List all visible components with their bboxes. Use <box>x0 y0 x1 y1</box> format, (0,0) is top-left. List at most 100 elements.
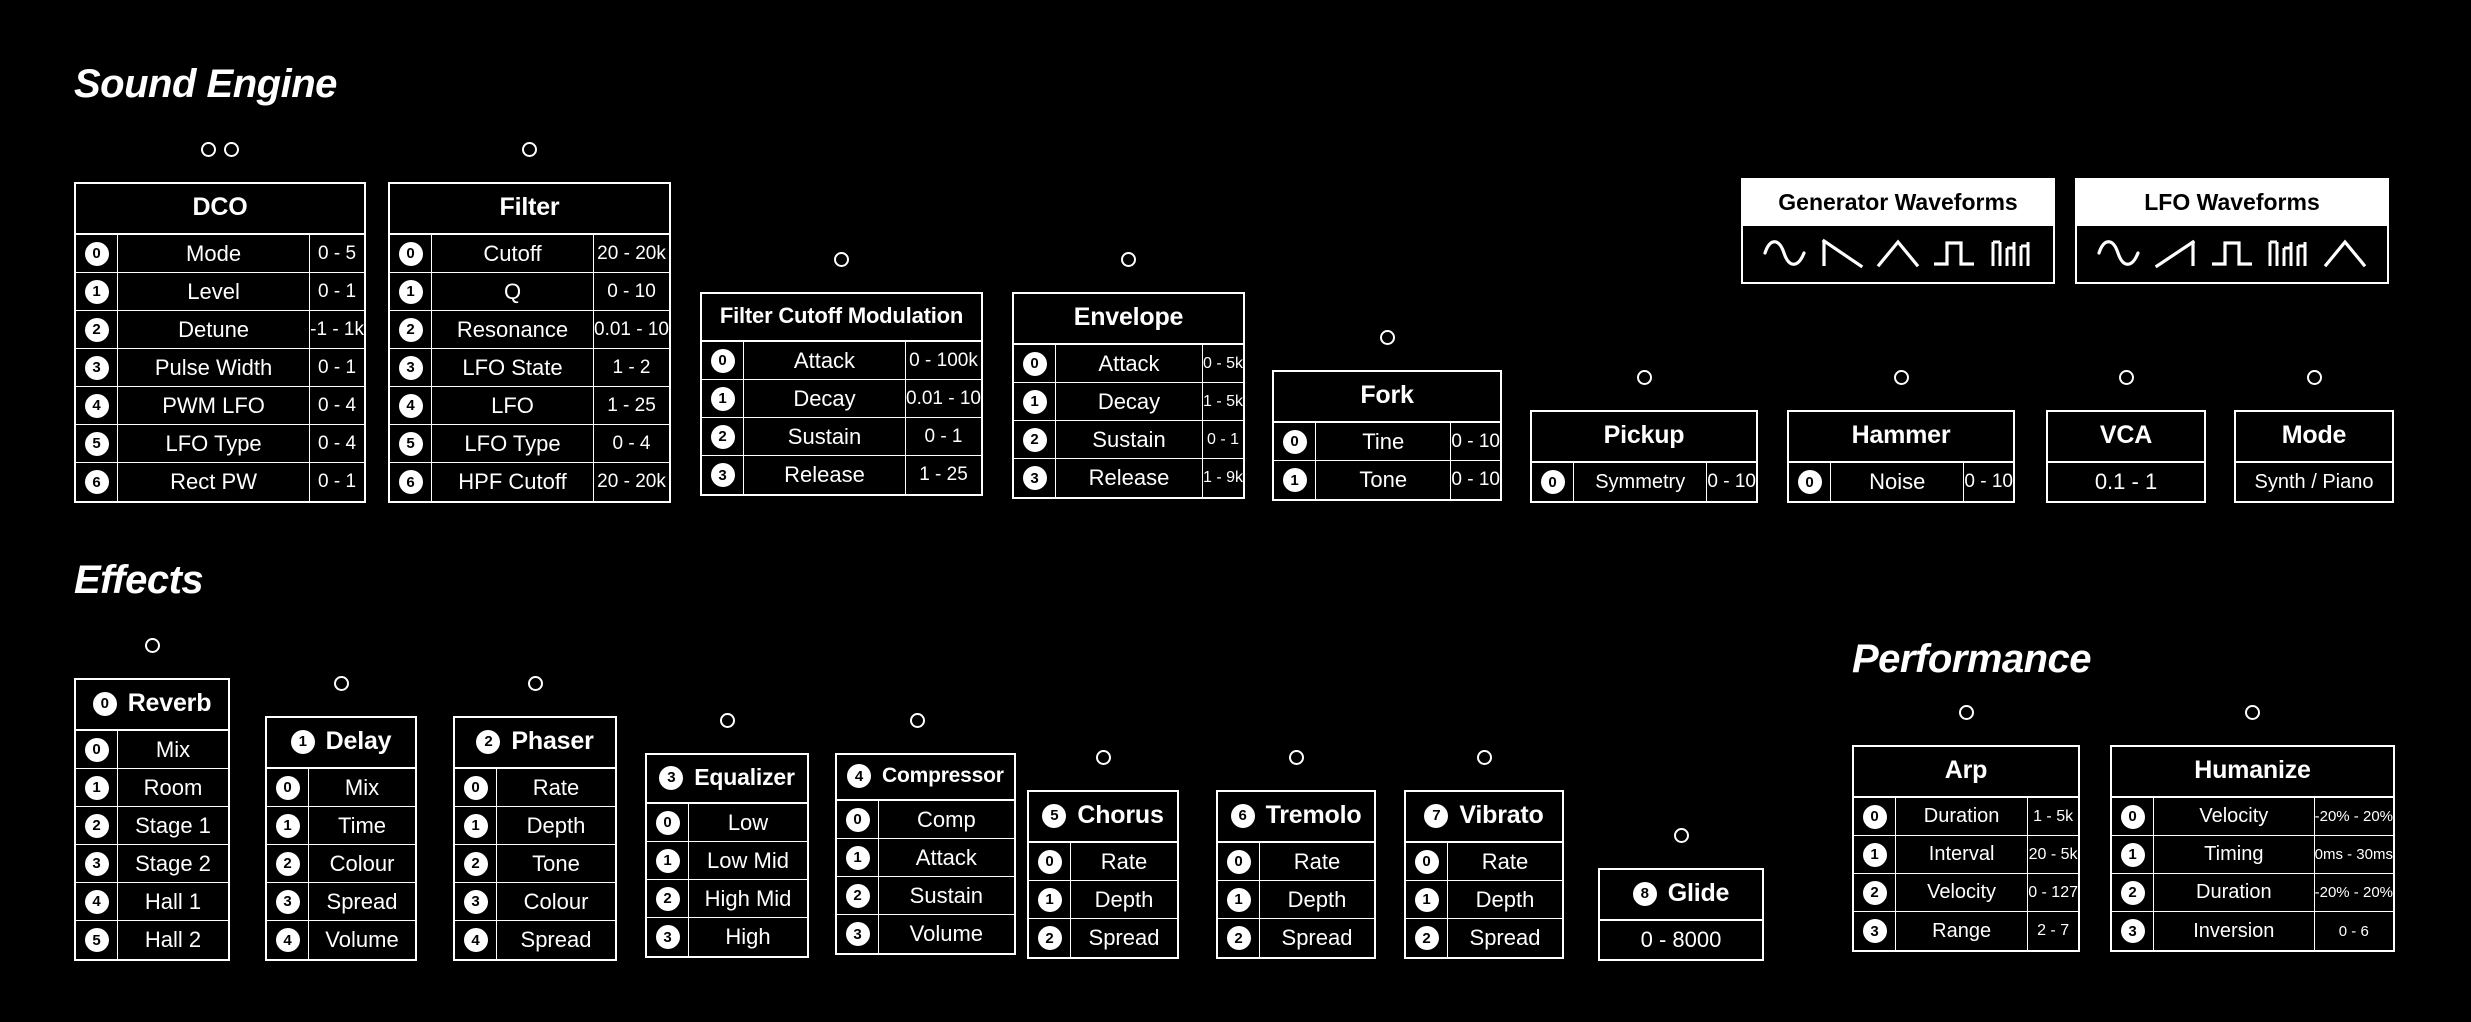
table-row[interactable]: 0 Symmetry 0 - 10 <box>1532 463 1756 501</box>
table-row[interactable]: 1 Room <box>76 769 228 807</box>
connector-dot[interactable] <box>1958 705 1974 720</box>
table-row[interactable]: 3 LFO State 1 - 2 <box>390 349 669 387</box>
table-row[interactable]: 0 Velocity -20% - 20% <box>2112 798 2393 836</box>
connector-dot[interactable] <box>719 713 735 728</box>
table-row[interactable]: 2 Spread <box>1406 919 1562 957</box>
connector-dot[interactable] <box>1121 252 1136 267</box>
table-row[interactable]: 0 Cutoff 20 - 20k <box>390 235 669 273</box>
connector-dot[interactable] <box>527 676 543 691</box>
table-row[interactable]: 2 Sustain 0 - 1 <box>702 418 981 456</box>
saw-down-wave-icon[interactable] <box>1819 236 1865 270</box>
table-row[interactable]: 2 Stage 1 <box>76 807 228 845</box>
table-row[interactable]: 6 HPF Cutoff 20 - 20k <box>390 463 669 501</box>
table-row[interactable]: 0 Attack 0 - 100k <box>702 342 981 380</box>
connector-dot[interactable] <box>201 142 216 157</box>
saw-up-wave-icon[interactable] <box>2153 236 2199 270</box>
connector-dot[interactable] <box>1476 750 1492 765</box>
table-row[interactable]: 2 Sustain 0 - 1 <box>1014 421 1243 459</box>
connector-dot[interactable] <box>834 252 849 267</box>
noise-wave-icon[interactable] <box>2265 236 2311 270</box>
table-row[interactable]: 2 Spread <box>1029 919 1177 957</box>
table-row[interactable]: 3 Volume <box>837 915 1014 953</box>
table-row[interactable]: 1 Time <box>267 807 415 845</box>
table-row[interactable]: 0 Comp <box>837 801 1014 839</box>
table-row[interactable]: 2 Sustain <box>837 877 1014 915</box>
table-row[interactable]: 1 Tone 0 - 10 <box>1274 461 1500 499</box>
connector-dot[interactable] <box>1379 330 1395 345</box>
table-row[interactable]: 1Q0 - 10 <box>390 273 669 311</box>
table-row[interactable]: 1 Depth <box>1029 881 1177 919</box>
table-row[interactable]: 3 Release 1 - 9k <box>1014 459 1243 497</box>
table-row[interactable]: 0 Mix <box>267 769 415 807</box>
table-row[interactable]: 5 LFO Type 0 - 4 <box>390 425 669 463</box>
table-row[interactable]: 2 Tone <box>455 845 615 883</box>
table-row[interactable]: 2 Spread <box>1218 919 1374 957</box>
table-row[interactable]: 0 Mode 0 - 5 <box>76 235 364 273</box>
table-row[interactable]: 1 Decay 1 - 5k <box>1014 383 1243 421</box>
table-row[interactable]: 2 Detune -1 - 1k <box>76 311 364 349</box>
table-row[interactable]: 3 High <box>647 918 807 956</box>
table-row[interactable]: 2 Colour <box>267 845 415 883</box>
table-row[interactable]: 1 Low Mid <box>647 842 807 880</box>
table-row[interactable]: 0 Rate <box>1406 843 1562 881</box>
table-row[interactable]: 0 Rate <box>1218 843 1374 881</box>
table-row[interactable]: 4 PWM LFO 0 - 4 <box>76 387 364 425</box>
table-row[interactable]: 1 Depth <box>1406 881 1562 919</box>
table-row[interactable]: 3 Release 1 - 25 <box>702 456 981 494</box>
square-wave-icon[interactable] <box>1931 236 1977 270</box>
table-row[interactable]: 3 Range 2 - 7 <box>1854 912 2078 950</box>
table-row[interactable]: 1 Level 0 - 1 <box>76 273 364 311</box>
connector-dot[interactable] <box>1673 828 1689 843</box>
table-row[interactable]: 0 Noise 0 - 10 <box>1789 463 2013 501</box>
table-row[interactable]: 1 Decay 0.01 - 10 <box>702 380 981 418</box>
table-row[interactable]: 1 Depth <box>1218 881 1374 919</box>
connector-dot[interactable] <box>224 142 239 157</box>
table-row[interactable]: 0 Rate <box>455 769 615 807</box>
table-row[interactable]: 5 Hall 2 <box>76 921 228 959</box>
connector-dot[interactable] <box>333 676 349 691</box>
table-row[interactable]: 2 High Mid <box>647 880 807 918</box>
table-row[interactable]: 4 Volume <box>267 921 415 959</box>
table-row[interactable]: 0 Low <box>647 804 807 842</box>
connector-dot[interactable] <box>1288 750 1304 765</box>
table-row[interactable]: 3 Pulse Width 0 - 1 <box>76 349 364 387</box>
connector-dot[interactable] <box>1636 370 1652 385</box>
sine-wave-icon[interactable] <box>1762 236 1808 270</box>
table-row[interactable]: 0 Mix <box>76 731 228 769</box>
table-row[interactable]: 6 Rect PW 0 - 1 <box>76 463 364 501</box>
table-row[interactable]: 2 Resonance 0.01 - 10 <box>390 311 669 349</box>
table-row[interactable]: 0 Attack 0 - 5k <box>1014 345 1243 383</box>
table-row[interactable]: 0 Tine 0 - 10 <box>1274 423 1500 461</box>
table-row[interactable]: 0 Rate <box>1029 843 1177 881</box>
table-row[interactable]: 0.1 - 1 <box>2048 463 2204 501</box>
table-row[interactable]: 5 LFO Type 0 - 4 <box>76 425 364 463</box>
table-row[interactable]: 4 Spread <box>455 921 615 959</box>
connector-dot[interactable] <box>2245 705 2260 720</box>
table-row[interactable]: 2 Velocity 0 - 127 <box>1854 874 2078 912</box>
table-row[interactable]: 1 Depth <box>455 807 615 845</box>
table-row[interactable]: 0 Duration 1 - 5k <box>1854 798 2078 836</box>
table-row[interactable]: 0 - 8000 <box>1600 921 1762 959</box>
table-row[interactable]: 3 Colour <box>455 883 615 921</box>
table-row[interactable]: 1 Attack <box>837 839 1014 877</box>
noise-wave-icon[interactable] <box>1988 236 2034 270</box>
table-row[interactable]: 4 LFO 1 - 25 <box>390 387 669 425</box>
table-row[interactable]: 3 Stage 2 <box>76 845 228 883</box>
table-row[interactable]: 3 Inversion 0 - 6 <box>2112 912 2393 950</box>
connector-dot[interactable] <box>1095 750 1111 765</box>
connector-dot[interactable] <box>144 638 160 653</box>
square-wave-icon[interactable] <box>2209 236 2255 270</box>
table-row[interactable]: Synth / Piano <box>2236 463 2392 501</box>
triangle-wave-icon[interactable] <box>2322 236 2368 270</box>
table-row[interactable]: 2 Duration -20% - 20% <box>2112 874 2393 912</box>
table-row[interactable]: 1 Timing 0ms - 30ms <box>2112 836 2393 874</box>
sine-wave-icon[interactable] <box>2096 236 2142 270</box>
connector-dot[interactable] <box>2306 370 2322 385</box>
table-row[interactable]: 1 Interval 20 - 5k <box>1854 836 2078 874</box>
connector-dot[interactable] <box>2118 370 2134 385</box>
table-row[interactable]: 3 Spread <box>267 883 415 921</box>
connector-dot[interactable] <box>522 142 537 157</box>
table-row[interactable]: 4 Hall 1 <box>76 883 228 921</box>
connector-dot[interactable] <box>909 713 925 728</box>
connector-dot[interactable] <box>1893 370 1909 385</box>
